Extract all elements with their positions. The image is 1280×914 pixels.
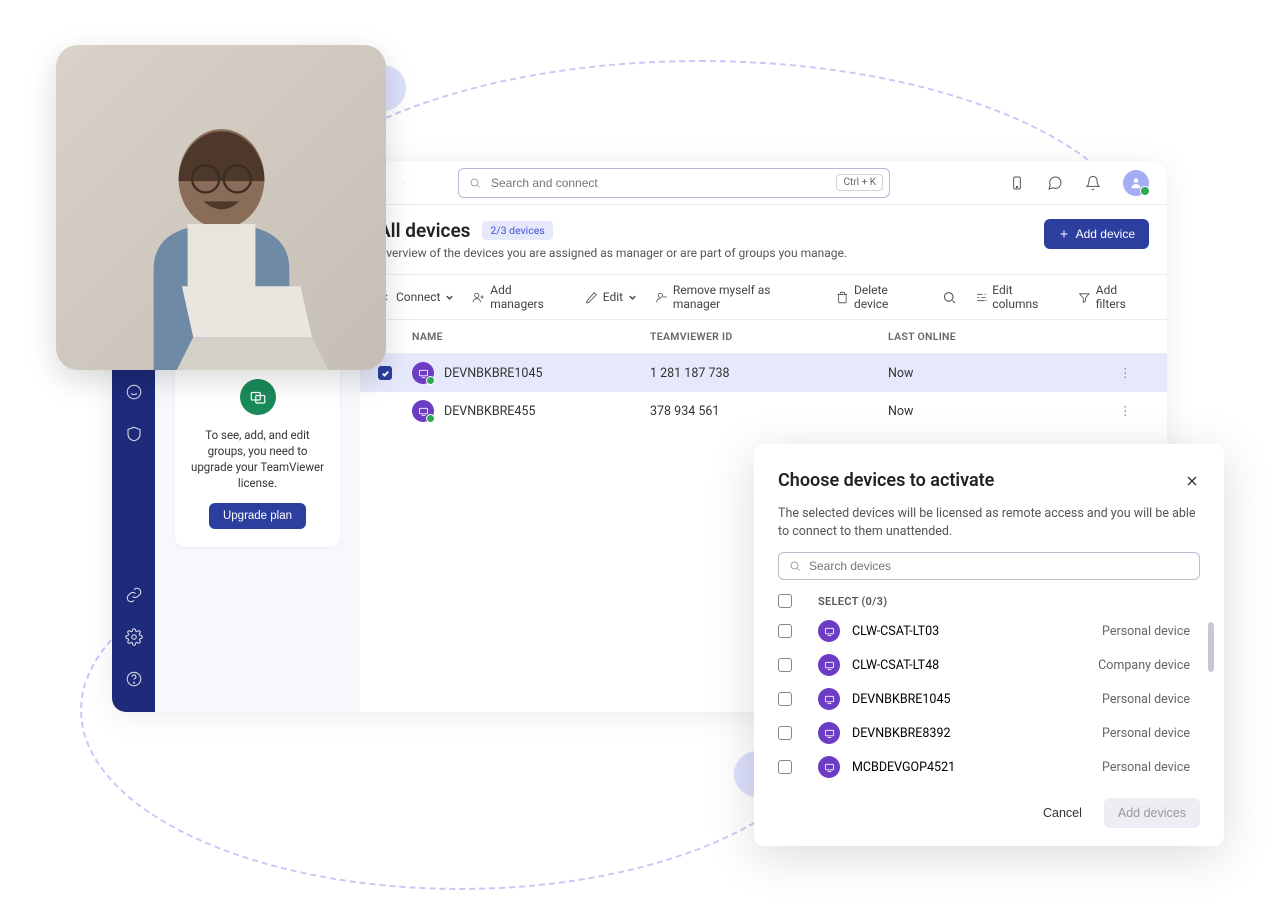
modal-row-checkbox[interactable] [778, 692, 792, 706]
activate-modal: Choose devices to activate The selected … [754, 444, 1224, 846]
search-input[interactable] [491, 176, 826, 190]
modal-device-type: Personal device [1102, 760, 1190, 775]
row-checkbox[interactable] [378, 366, 392, 380]
avatar[interactable] [1123, 170, 1149, 196]
upgrade-text: To see, add, and edit groups, you need t… [189, 427, 326, 491]
add-filters-action[interactable]: Add filters [1078, 283, 1149, 311]
device-icon [818, 654, 840, 676]
chevron-down-icon [628, 293, 637, 302]
device-icon [412, 362, 434, 384]
sliders-icon [975, 291, 988, 304]
device-icon [818, 620, 840, 642]
row-checkbox[interactable] [378, 404, 392, 418]
column-lastonline: LAST ONLINE [888, 330, 1119, 343]
keyboard-shortcut: Ctrl + K [836, 174, 883, 191]
upgrade-button[interactable]: Upgrade plan [209, 503, 306, 529]
modal-row-checkbox[interactable] [778, 760, 792, 774]
add-managers-action[interactable]: Add managers [472, 283, 566, 311]
select-all-checkbox[interactable] [778, 594, 792, 608]
device-count-badge: 2/3 devices [482, 221, 552, 240]
hero-photo [56, 45, 386, 370]
groups-icon [240, 379, 276, 415]
modal-device-row[interactable]: MCBDEVGOP4521 Personal device [778, 756, 1190, 778]
modal-device-row[interactable]: DEVNBKBRE8392 Personal device [778, 722, 1190, 744]
modal-row-checkbox[interactable] [778, 658, 792, 672]
toolbar-search-icon[interactable] [942, 290, 957, 305]
modal-device-row[interactable]: CLW-CSAT-LT03 Personal device [778, 620, 1190, 642]
modal-title: Choose devices to activate [778, 470, 994, 491]
modal-device-name: CLW-CSAT-LT03 [852, 624, 939, 639]
modal-device-name: DEVNBKBRE8392 [852, 726, 951, 741]
device-header-icon[interactable] [1009, 175, 1025, 191]
toolbar: Connect Add managers Edit Remove myself … [360, 274, 1167, 320]
modal-description: The selected devices will be licensed as… [778, 505, 1200, 540]
add-device-button[interactable]: Add device [1044, 219, 1149, 249]
header-bar: Ctrl + K [360, 161, 1167, 205]
page-header: All devices 2/3 devices Overview of the … [360, 205, 1167, 274]
filter-icon [1078, 291, 1091, 304]
table-header: NAME TEAMVIEWER ID LAST ONLINE [360, 320, 1167, 354]
device-icon [818, 756, 840, 778]
column-name: NAME [412, 330, 650, 343]
edit-action[interactable]: Edit [585, 290, 637, 304]
trash-icon [836, 291, 849, 304]
pencil-icon [585, 291, 598, 304]
more-icon[interactable]: ⋮ [1119, 365, 1149, 381]
modal-device-type: Company device [1098, 658, 1190, 673]
more-icon[interactable]: ⋮ [1119, 403, 1149, 419]
edit-columns-action[interactable]: Edit columns [975, 283, 1060, 311]
modal-device-type: Personal device [1102, 726, 1190, 741]
user-minus-icon [655, 291, 668, 304]
close-icon[interactable] [1184, 473, 1200, 489]
modal-row-checkbox[interactable] [778, 624, 792, 638]
nav-forward-icon[interactable] [398, 178, 408, 188]
modal-device-name: CLW-CSAT-LT48 [852, 658, 939, 673]
upgrade-card: To see, add, and edit groups, you need t… [175, 361, 340, 547]
search-bar[interactable]: Ctrl + K [458, 168, 890, 198]
scrollbar-thumb[interactable] [1208, 622, 1214, 672]
delete-action[interactable]: Delete device [836, 283, 924, 311]
device-icon [818, 722, 840, 744]
modal-search[interactable] [778, 552, 1200, 580]
link-icon[interactable] [125, 586, 143, 604]
chat-icon[interactable] [1047, 175, 1063, 191]
page-subtitle: Overview of the devices you are assigned… [378, 246, 847, 260]
modal-device-name: DEVNBKBRE1045 [852, 692, 951, 707]
modal-device-type: Personal device [1102, 692, 1190, 707]
modal-device-type: Personal device [1102, 624, 1190, 639]
gear-icon[interactable] [125, 628, 143, 646]
remove-self-action[interactable]: Remove myself as manager [655, 283, 818, 311]
page-title: All devices [378, 219, 470, 242]
search-icon [789, 560, 801, 572]
shield-icon[interactable] [125, 425, 143, 443]
modal-search-input[interactable] [809, 559, 1189, 573]
modal-device-name: MCBDEVGOP4521 [852, 760, 955, 775]
add-devices-button[interactable]: Add devices [1104, 798, 1200, 828]
users-icon [472, 291, 485, 304]
plus-icon [1058, 228, 1070, 240]
cancel-button[interactable]: Cancel [1033, 798, 1092, 828]
table-row[interactable]: DEVNBKBRE455 378 934 561 Now ⋮ [360, 392, 1167, 430]
modal-device-row[interactable]: DEVNBKBRE1045 Personal device [778, 688, 1190, 710]
chevron-down-icon [445, 293, 454, 302]
modal-row-checkbox[interactable] [778, 726, 792, 740]
column-tvid: TEAMVIEWER ID [650, 330, 888, 343]
bell-icon[interactable] [1085, 175, 1101, 191]
search-icon [469, 177, 481, 189]
support-icon[interactable] [125, 383, 143, 401]
help-icon[interactable] [125, 670, 143, 688]
modal-device-row[interactable]: CLW-CSAT-LT48 Company device [778, 654, 1190, 676]
modal-select-header: SELECT (0/3) [778, 594, 1190, 608]
device-icon [818, 688, 840, 710]
device-icon [412, 400, 434, 422]
connect-action[interactable]: Connect [378, 290, 454, 304]
table-row[interactable]: DEVNBKBRE1045 1 281 187 738 Now ⋮ [360, 354, 1167, 392]
